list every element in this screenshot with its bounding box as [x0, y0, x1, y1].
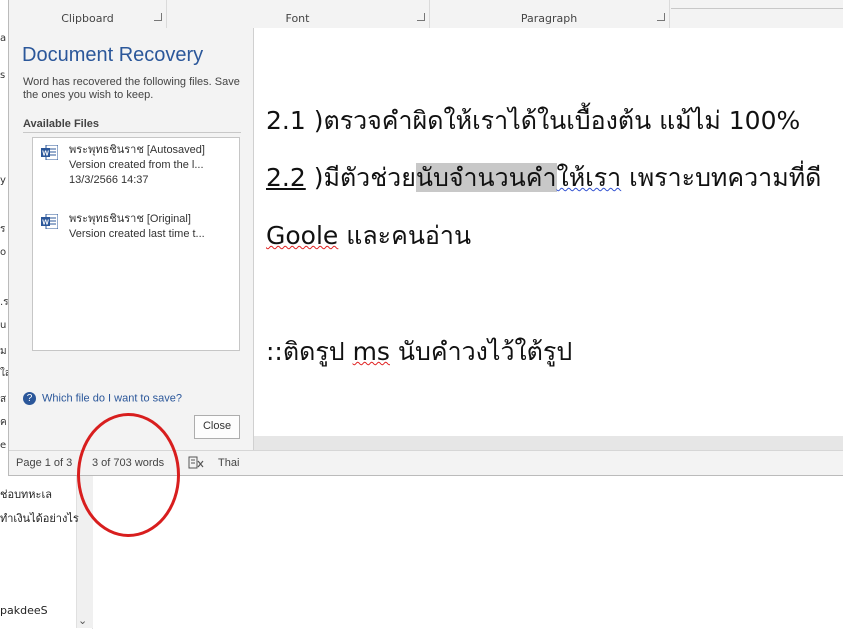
ribbon-group-clipboard: Clipboard — [9, 0, 167, 28]
dialog-launcher-icon[interactable] — [154, 13, 162, 21]
help-icon: ? — [23, 392, 36, 405]
bg-fragment: ส — [0, 394, 7, 405]
doc-text: ให้เรา — [556, 163, 622, 192]
word-window: Clipboard Font Paragraph Document Recove… — [8, 0, 843, 476]
ribbon-group-label: Paragraph — [520, 12, 578, 25]
ribbon-group-label: Font — [285, 12, 310, 25]
ribbon-styles-area — [671, 0, 843, 9]
close-button[interactable]: Close — [194, 415, 240, 439]
doc-line: 2.1 )ตรวจคำผิดให้เราได้ในเบื้องต้น แม้ไม… — [266, 106, 801, 135]
misspelled-word: ms — [352, 337, 390, 366]
selected-text: นับจำนวนคำ — [415, 163, 557, 192]
file-details: พระพุทธชินราช [Original] Version created… — [69, 212, 237, 242]
recovered-file-item[interactable]: W พระพุทธชินราช [Autosaved] Version crea… — [41, 143, 237, 193]
proofing-icon[interactable] — [188, 456, 204, 470]
annotation-circle — [77, 413, 180, 537]
word-document-icon: W — [41, 214, 58, 229]
bg-fragment: ค — [0, 417, 7, 428]
file-description: Version created last time t... — [69, 228, 205, 240]
misspelled-word: Goole — [266, 221, 339, 250]
document-page[interactable]: 2.1 )ตรวจคำผิดให้เราได้ในเบื้องต้น แม้ไม… — [254, 28, 843, 436]
bg-fragment: u — [0, 320, 7, 331]
divider — [23, 132, 241, 133]
bg-list-item[interactable]: ทำเงินได้อย่างไร — [0, 509, 79, 527]
bg-fragment: y — [0, 175, 6, 186]
recovery-subtitle: Word has recovered the following files. … — [23, 76, 240, 101]
page-count[interactable]: Page 1 of 3 — [16, 457, 72, 469]
available-files-label: Available Files — [23, 118, 100, 130]
dialog-launcher-icon[interactable] — [417, 13, 425, 21]
doc-text: เพราะบทความที่ดี — [621, 163, 822, 192]
doc-line: ::ติดรูป ms นับคำวงไว้ใต้รูป — [266, 332, 572, 372]
doc-line: Goole และคนอ่าน — [266, 216, 471, 256]
language-indicator[interactable]: Thai — [218, 457, 239, 469]
help-link[interactable]: ? Which file do I want to save? — [23, 392, 182, 405]
dialog-launcher-icon[interactable] — [657, 13, 665, 21]
doc-text: นับคำวงไว้ใต้รูป — [389, 337, 573, 366]
svg-text:W: W — [42, 151, 49, 158]
doc-text: )มีตัวช่วย — [305, 163, 416, 192]
doc-text: และคนอ่าน — [338, 221, 472, 250]
file-name: พระพุทธชินราช [Autosaved] — [69, 144, 205, 156]
file-description: Version created from the l... — [69, 159, 204, 171]
bg-fragment: o — [0, 247, 7, 258]
bg-fragment: a — [0, 33, 7, 44]
scroll-down-icon[interactable]: ⌄ — [78, 614, 87, 627]
recovery-title: Document Recovery — [22, 44, 204, 66]
doc-text: 2.2 — [266, 163, 306, 192]
doc-line: 2.2 )มีตัวช่วยนับจำนวนคำให้เรา เพราะบทคว… — [266, 158, 821, 198]
bg-list-item[interactable]: pakdeeS — [0, 604, 48, 617]
svg-text:W: W — [42, 220, 49, 227]
file-name: พระพุทธชินราช [Original] — [69, 213, 191, 225]
bg-fragment: ม — [0, 346, 7, 357]
document-area: 2.1 )ตรวจคำผิดให้เราได้ในเบื้องต้น แม้ไม… — [254, 28, 843, 450]
doc-text: ::ติดรูป — [266, 337, 353, 366]
bg-fragment: e — [0, 440, 7, 451]
help-link-text: Which file do I want to save? — [42, 392, 183, 405]
word-document-icon: W — [41, 145, 58, 160]
bg-list-item[interactable]: ช่อบทหะเล — [0, 485, 52, 503]
ribbon: Clipboard Font Paragraph — [9, 0, 843, 29]
recovered-file-list[interactable]: W พระพุทธชินราช [Autosaved] Version crea… — [32, 137, 240, 351]
bg-fragment: s — [0, 70, 6, 81]
document-recovery-pane: Document Recovery Word has recovered the… — [9, 28, 254, 450]
ribbon-group-font: Font — [166, 0, 430, 28]
file-date: 13/3/2566 14:37 — [69, 174, 149, 186]
bg-fragment: ร — [0, 224, 6, 235]
ribbon-group-paragraph: Paragraph — [429, 0, 670, 28]
file-details: พระพุทธชินราช [Autosaved] Version create… — [69, 143, 237, 188]
ribbon-group-label: Clipboard — [61, 12, 114, 25]
recovered-file-item[interactable]: W พระพุทธชินราช [Original] Version creat… — [41, 212, 237, 262]
